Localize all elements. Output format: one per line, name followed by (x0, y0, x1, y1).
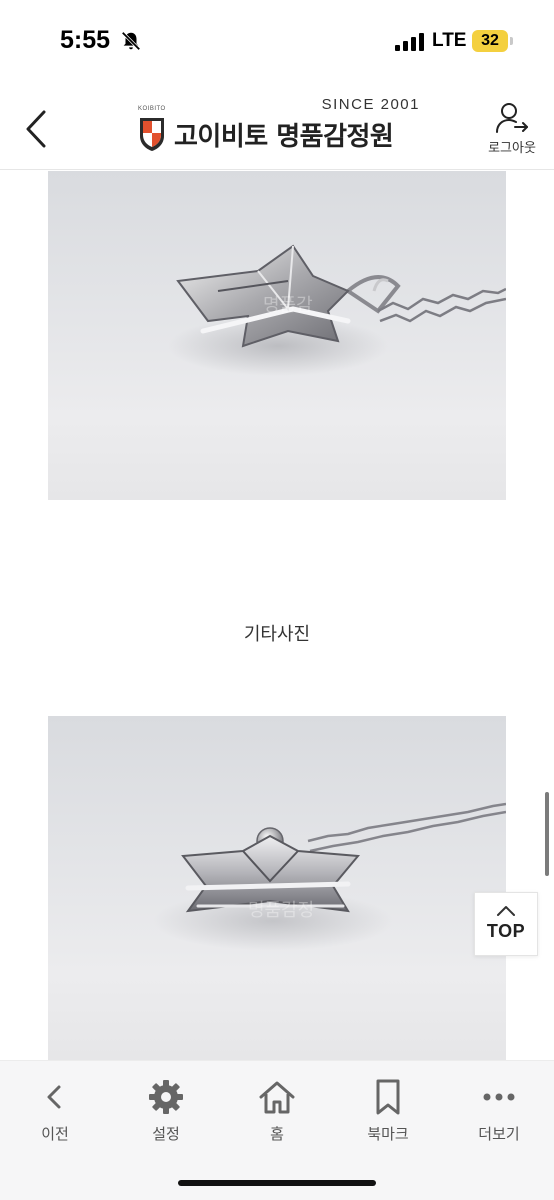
battery-level: 32 (472, 30, 508, 52)
gear-icon (149, 1080, 183, 1114)
status-bar: 5:55 LTE 32 (0, 0, 554, 84)
section-caption: 기타사진 (243, 624, 311, 645)
page: 5:55 LTE 32 SINCE 2001 KOIBITO 고이비토 명품감정… (0, 0, 554, 1200)
signal-bars-icon (395, 33, 424, 51)
bell-slash-icon (121, 31, 141, 51)
battery-tip (510, 37, 513, 45)
product-photo: 명품감 (48, 171, 506, 500)
scroll-top-label: TOP (486, 921, 526, 941)
more-dots-icon (483, 1093, 515, 1101)
star-pendant-image: 명품감 (168, 244, 506, 376)
home-icon (259, 1081, 295, 1114)
chevron-left-icon (26, 110, 46, 148)
brand-logo[interactable]: SINCE 2001 KOIBITO 고이비토 명품감정원 (138, 94, 428, 158)
bookmark-icon (376, 1079, 400, 1115)
logout-label: 로그아웃 (488, 141, 536, 156)
bottom-nav: 이전 설정 홈 북마크 더보기 (0, 1060, 554, 1200)
photo-watermark: 명품감 (263, 295, 313, 316)
brand-name: 고이비토 명품감정원 (174, 122, 394, 152)
star-pendant-image: 명품감정 (153, 802, 506, 951)
chevron-up-icon (497, 906, 515, 916)
nav-item-settings[interactable]: 설정 (111, 1077, 221, 1144)
brand-mark: KOIBITO (138, 106, 166, 112)
brand-since: SINCE 2001 (321, 96, 420, 113)
chevron-left-icon (47, 1085, 61, 1109)
home-indicator (178, 1180, 376, 1186)
nav-label: 이전 (41, 1125, 69, 1143)
nav-item-more[interactable]: 더보기 (444, 1077, 554, 1144)
status-time: 5:55 (60, 26, 111, 54)
nav-item-home[interactable]: 홈 (222, 1077, 332, 1144)
nav-label: 설정 (152, 1125, 180, 1143)
user-logout-icon (496, 103, 528, 133)
nav-label: 더보기 (478, 1125, 520, 1143)
nav-label: 홈 (270, 1125, 284, 1143)
nav-label: 북마크 (367, 1125, 409, 1143)
logout-button[interactable]: 로그아웃 (484, 102, 540, 158)
shield-logo-icon (140, 118, 164, 151)
network-type: LTE (432, 30, 467, 51)
nav-item-back[interactable]: 이전 (0, 1077, 110, 1144)
scrollbar-thumb[interactable] (545, 792, 549, 876)
product-photo: 명품감정 (48, 716, 506, 1060)
scroll-top-button[interactable]: TOP (474, 892, 538, 956)
back-button[interactable] (18, 106, 58, 152)
nav-item-bookmark[interactable]: 북마크 (333, 1077, 443, 1144)
app-header: SINCE 2001 KOIBITO 고이비토 명품감정원 로그아웃 (0, 84, 554, 170)
photo-watermark: 명품감정 (248, 900, 314, 921)
